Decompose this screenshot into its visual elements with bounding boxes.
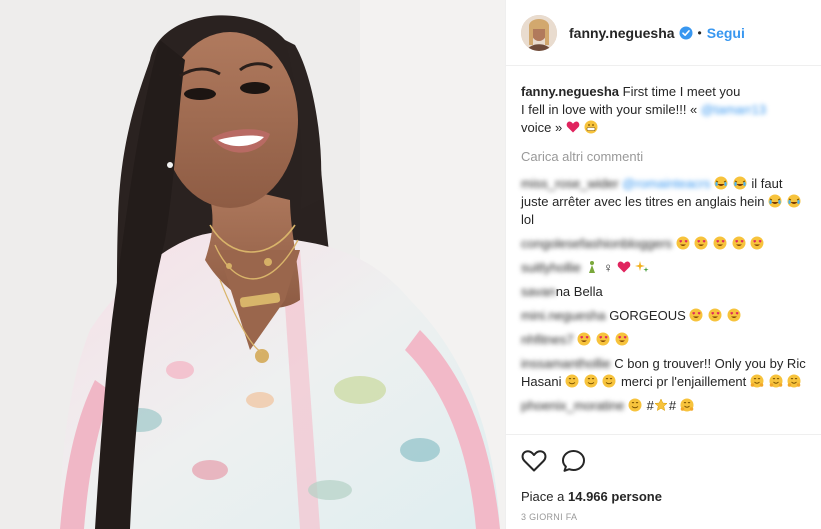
heart-eyes-face-icon <box>732 236 746 250</box>
crying-laughing-face-icon <box>733 176 747 190</box>
comments-list[interactable]: fanny.neguesha First time I meet you I f… <box>506 67 821 433</box>
heart-eyes-face-icon <box>615 332 629 346</box>
heart-eyes-face-icon <box>577 332 591 346</box>
heart-eyes-face-icon <box>694 236 708 250</box>
comment-item: phoenix_moratine # # <box>521 397 806 415</box>
comment-item: mini.neguesha GORGEOUS <box>521 307 806 325</box>
caption-text-line3: voice » <box>521 120 563 135</box>
post-sidebar: fanny.neguesha • Segui fanny.neguesha Fi… <box>505 0 821 529</box>
red-heart-icon <box>566 120 580 134</box>
caption-text-line2: I fell in love with your smile!!! « <box>521 102 698 117</box>
comment-item: inssamanthollie C bon g trouver!! Only y… <box>521 355 806 391</box>
caption-text-line1: First time I meet you <box>622 84 741 99</box>
likes-number: 14.966 <box>568 489 608 504</box>
caption-username[interactable]: fanny.neguesha <box>521 84 619 99</box>
comment-username[interactable]: mini.neguesha <box>521 308 606 323</box>
header-separator: • <box>697 25 702 40</box>
header-username[interactable]: fanny.neguesha <box>569 25 675 41</box>
likes-count[interactable]: Piace a 14.966 persone <box>521 489 807 504</box>
star-icon <box>654 398 668 412</box>
comment-username[interactable]: miss_rose_wider <box>521 176 619 191</box>
hugging-face-icon <box>769 374 783 388</box>
comment-item: congolesefashionbloggers <box>521 235 806 253</box>
comment-username[interactable]: inssamanthollie <box>521 356 611 371</box>
heart-icon[interactable] <box>521 449 547 473</box>
comment-item: nhfitnes7 <box>521 331 806 349</box>
woman-dancing-icon <box>585 260 599 274</box>
follow-button[interactable]: Segui <box>707 25 745 41</box>
comment-username[interactable]: congolesefashionbloggers <box>521 236 672 251</box>
likes-suffix: persone <box>611 489 662 504</box>
comment-item: savanna Bella <box>521 283 806 301</box>
comment-username[interactable]: savan <box>521 284 556 299</box>
hugging-face-icon <box>680 398 694 412</box>
heart-eyes-face-icon <box>689 308 703 322</box>
heart-eyes-face-icon <box>727 308 741 322</box>
comment-item: suitlyhollie ♀ <box>521 259 806 277</box>
heart-eyes-face-icon <box>596 332 610 346</box>
grimacing-face-icon <box>584 120 598 134</box>
post-header: fanny.neguesha • Segui <box>506 0 821 66</box>
hugging-face-icon <box>750 374 764 388</box>
heart-eyes-face-icon <box>750 236 764 250</box>
crying-laughing-face-icon <box>768 194 782 208</box>
comment-tail: lol <box>521 212 535 227</box>
avatar[interactable] <box>521 14 557 51</box>
post-photo[interactable] <box>0 0 505 529</box>
post-timestamp: 3 GIORNI FA <box>521 512 578 522</box>
comment-username[interactable]: phoenix_moratine <box>521 398 624 413</box>
red-heart-icon <box>617 260 631 274</box>
hashtag-symbol: # <box>646 398 654 413</box>
verified-badge-icon <box>679 26 693 40</box>
likes-prefix: Piace a <box>521 489 565 504</box>
smiling-face-icon <box>565 374 579 388</box>
post-photo-illustration <box>0 0 505 529</box>
comment-text: GORGEOUS <box>609 308 686 323</box>
comment-item: miss_rose_wider @romainteacrs il faut ju… <box>521 175 806 229</box>
caption-mention[interactable]: @tamarr13 <box>701 102 766 117</box>
avatar-image <box>521 14 557 51</box>
comment-username[interactable]: suitlyhollie <box>521 260 581 275</box>
smiling-face-icon <box>602 374 616 388</box>
smiling-face-icon <box>628 398 642 412</box>
heart-eyes-face-icon <box>708 308 722 322</box>
smiling-face-icon <box>584 374 598 388</box>
hashtag-symbol: # <box>668 398 677 413</box>
comment-text: na Bella <box>555 284 603 299</box>
comment-mid: ♀ <box>603 260 613 275</box>
caption: fanny.neguesha First time I meet you I f… <box>521 83 806 137</box>
sparkles-icon <box>635 260 649 274</box>
crying-laughing-face-icon <box>714 176 728 190</box>
comment-username[interactable]: nhfitnes7 <box>521 332 574 347</box>
hugging-face-icon <box>787 374 801 388</box>
comment-text-2: merci pr l'enjaillement <box>620 374 747 389</box>
heart-eyes-face-icon <box>676 236 690 250</box>
crying-laughing-face-icon <box>787 194 801 208</box>
comment-mention[interactable]: @romainteacrs <box>622 176 710 191</box>
load-more-comments-link[interactable]: Carica altri commenti <box>521 148 806 166</box>
post-actions: Piace a 14.966 persone 3 GIORNI FA <box>506 434 821 529</box>
comment-icon[interactable] <box>561 449 587 473</box>
heart-eyes-face-icon <box>713 236 727 250</box>
